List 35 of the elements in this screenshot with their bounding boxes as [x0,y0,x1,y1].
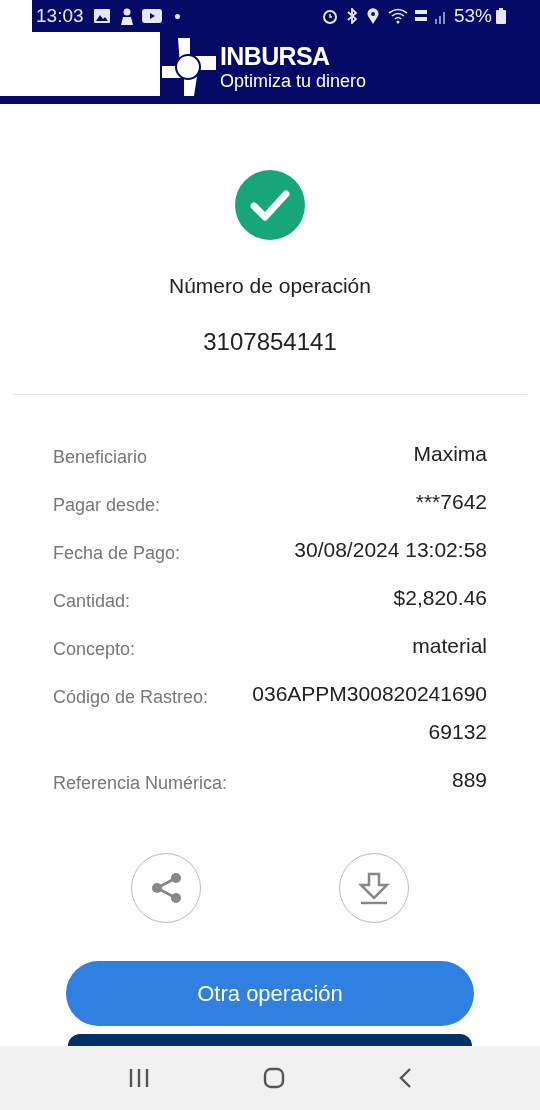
location-icon [366,8,379,24]
video-icon [141,9,162,23]
detail-value: material [412,632,487,659]
detail-label: Fecha de Pago: [53,541,181,565]
detail-label: Beneficiario [53,445,148,469]
alarm-icon [321,8,338,24]
back-icon[interactable] [397,1067,412,1089]
operation-number: 3107854141 [203,326,337,357]
recent-apps-icon[interactable] [128,1068,151,1088]
gallery-icon [93,9,110,23]
brand-name: INBURSA [220,44,331,69]
detail-value: $2,820.46 [393,584,487,611]
share-icon [149,870,183,905]
detail-value: ***7642 [415,488,487,515]
detail-label: Concepto: [53,637,136,661]
detail-label: Código de Rastreo: [53,685,209,709]
detail-label: Pagar desde: [53,493,161,517]
other-operation-button[interactable]: Otra operación [66,960,474,1026]
detail-value: 889 [451,766,487,793]
detail-value: 036APPM30082024169069132 [251,680,487,745]
download-icon [357,870,391,905]
detail-label: Cantidad: [53,589,131,613]
wifi-icon [387,8,408,24]
logo-icon [160,38,218,96]
bluetooth-icon [345,8,358,24]
status-time: 13:03 [36,3,84,28]
detail-value: Maxima [413,440,487,467]
detail-value: 30/08/2024 13:02:58 [294,536,487,563]
battery-icon [496,8,506,24]
brand-tagline: Optimiza tu dinero [220,72,367,90]
home-icon[interactable] [263,1067,285,1089]
detail-label: Referencia Numérica: [53,771,228,795]
person-icon [119,7,134,25]
battery-percent: 53% [453,3,492,28]
operation-label: Número de operación [169,273,371,299]
